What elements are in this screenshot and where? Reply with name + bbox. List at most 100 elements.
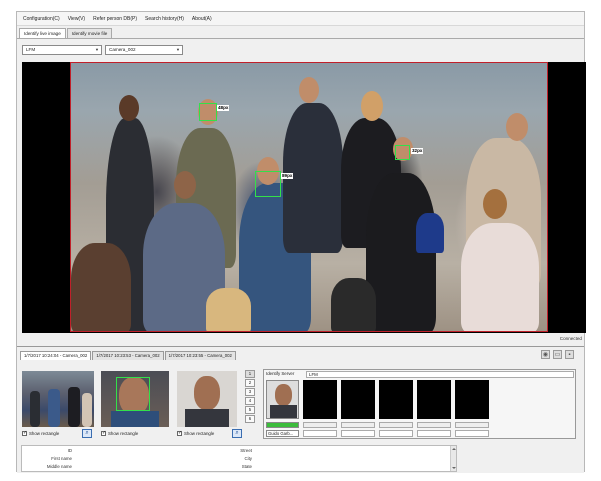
thumbnail-number[interactable]: 2: [245, 379, 255, 387]
mode-tabs: Identify live image Identify movie file: [19, 28, 113, 38]
menu-view[interactable]: View(V): [68, 16, 85, 22]
face-detection-box[interactable]: [199, 103, 217, 121]
menu-refer-person-db[interactable]: Refer person DB(P): [93, 16, 137, 22]
match-name: [303, 430, 337, 437]
match-slot[interactable]: [417, 380, 451, 419]
person-details-panel: ID First name Middle name Street City St…: [21, 445, 457, 472]
candidate-name: Guido Garb...: [266, 430, 299, 437]
thumbnail-number[interactable]: 1: [245, 370, 255, 378]
server-select[interactable]: LFM ▼: [22, 45, 102, 55]
thumbnail-number[interactable]: 6: [245, 415, 255, 423]
show-rectangle-checkbox[interactable]: Show rectangle: [177, 430, 215, 436]
person-head: [174, 171, 196, 199]
person-silhouette: [48, 389, 60, 427]
menu-bar: Configuration(C) View(V) Refer person DB…: [17, 12, 584, 26]
checkbox-icon: [101, 430, 106, 436]
match-score-bar: [417, 422, 451, 428]
menu-about[interactable]: About(A): [192, 16, 212, 22]
person-head: [299, 77, 319, 103]
match-name: [341, 430, 375, 437]
toolbar: LFM ▼ Camera_002 ▼: [17, 38, 584, 59]
menu-search-history[interactable]: Search history(H): [145, 16, 184, 22]
person-silhouette: [461, 223, 539, 331]
match-name: [455, 430, 489, 437]
chevron-down-icon: ▼: [176, 47, 180, 52]
face-detection-box[interactable]: [255, 171, 281, 197]
thumbnail-number-list: 1 2 3 4 5 6: [245, 370, 256, 424]
identify-server-label: Identify Server: [266, 371, 295, 376]
match-slot[interactable]: [341, 380, 375, 419]
checkbox-icon: [177, 430, 182, 436]
history-tabs: 1/7/2017 10:24:04 - Camera_002 1/7/2017 …: [20, 351, 237, 360]
field-label-state: State: [241, 464, 252, 469]
field-label-street: Street: [240, 448, 252, 453]
history-toolbar: ◉ ▭ ▪: [538, 350, 574, 359]
server-select-value: LFM: [26, 47, 36, 52]
thumbnail-number[interactable]: 3: [245, 388, 255, 396]
chevron-down-icon: ▼: [95, 47, 99, 52]
menu-configuration[interactable]: Configuration(C): [23, 16, 60, 22]
face-crop: [194, 376, 220, 410]
show-rectangle-checkbox[interactable]: Show rectangle: [101, 430, 139, 436]
jacket: [270, 405, 297, 418]
connection-status: Connected: [559, 336, 582, 341]
query-face-photo[interactable]: [266, 380, 299, 419]
snapshot-scene[interactable]: [22, 371, 94, 427]
field-label-id: ID: [67, 448, 72, 453]
face-detection-box[interactable]: [395, 145, 410, 160]
field-label-city: City: [244, 456, 252, 461]
snapshot-face[interactable]: [101, 371, 169, 427]
tab-identify-live-image[interactable]: Identify live image: [19, 28, 66, 38]
folder-icon[interactable]: ▭: [553, 350, 562, 359]
identify-server-select[interactable]: LFM: [306, 371, 574, 378]
camera-select[interactable]: Camera_002 ▼: [105, 45, 183, 55]
match-name: [417, 430, 451, 437]
field-label-first-name: First name: [51, 456, 72, 461]
history-tab[interactable]: 1/7/2017 10:23:53 - Camera_002: [92, 351, 164, 360]
match-score-bar: [303, 422, 337, 428]
show-rectangle-label: Show rectangle: [108, 431, 139, 436]
person-silhouette: [30, 391, 40, 427]
checkbox-icon: [22, 430, 27, 436]
face-size-label: 89px: [281, 173, 294, 179]
history-tab[interactable]: 1/7/2017 10:23:55 - Camera_002: [164, 351, 236, 360]
zoom-icon[interactable]: ⌕: [232, 429, 242, 438]
thumbnail-number[interactable]: 5: [245, 406, 255, 414]
tab-identify-movie-file[interactable]: Identify movie file: [66, 28, 113, 38]
match-slot[interactable]: [303, 380, 337, 419]
person-silhouette: [71, 243, 131, 331]
show-rectangle-label: Show rectangle: [29, 431, 60, 436]
person-silhouette: [331, 278, 376, 331]
field-label-middle-name: Middle name: [46, 464, 72, 469]
thumbnail-number[interactable]: 4: [245, 397, 255, 405]
face-detection-box: [116, 377, 150, 411]
shirt: [111, 411, 159, 427]
snapshot-portrait[interactable]: [177, 371, 237, 427]
history-tab[interactable]: 1/7/2017 10:24:04 - Camera_002: [20, 351, 92, 360]
match-score-bar: [455, 422, 489, 428]
match-slot[interactable]: [455, 380, 489, 419]
person-head: [483, 189, 507, 219]
person-bag: [416, 213, 444, 253]
progress-fill: [267, 423, 298, 427]
details-scrollbar[interactable]: [450, 446, 456, 471]
identify-progress-bar: [266, 422, 299, 428]
match-score-bar: [341, 422, 375, 428]
save-icon[interactable]: ▪: [565, 350, 574, 359]
match-name: [379, 430, 413, 437]
show-rectangle-checkbox[interactable]: Show rectangle: [22, 430, 60, 436]
face-crop: [275, 384, 292, 406]
show-rectangle-label: Show rectangle: [184, 431, 215, 436]
person-silhouette: [82, 393, 92, 427]
match-score-bar: [379, 422, 413, 428]
live-video-panel: 48px 32px 89px: [22, 62, 586, 333]
person-silhouette: [206, 288, 251, 331]
camera-icon[interactable]: ◉: [541, 350, 550, 359]
face-size-label: 32px: [411, 148, 424, 154]
live-camera-frame[interactable]: 48px 32px 89px: [70, 62, 548, 332]
zoom-icon[interactable]: ⌕: [82, 429, 92, 438]
person-head: [506, 113, 528, 141]
match-slot[interactable]: [379, 380, 413, 419]
person-silhouette: [68, 387, 80, 427]
history-panel: 1/7/2017 10:24:04 - Camera_002 1/7/2017 …: [17, 346, 584, 473]
